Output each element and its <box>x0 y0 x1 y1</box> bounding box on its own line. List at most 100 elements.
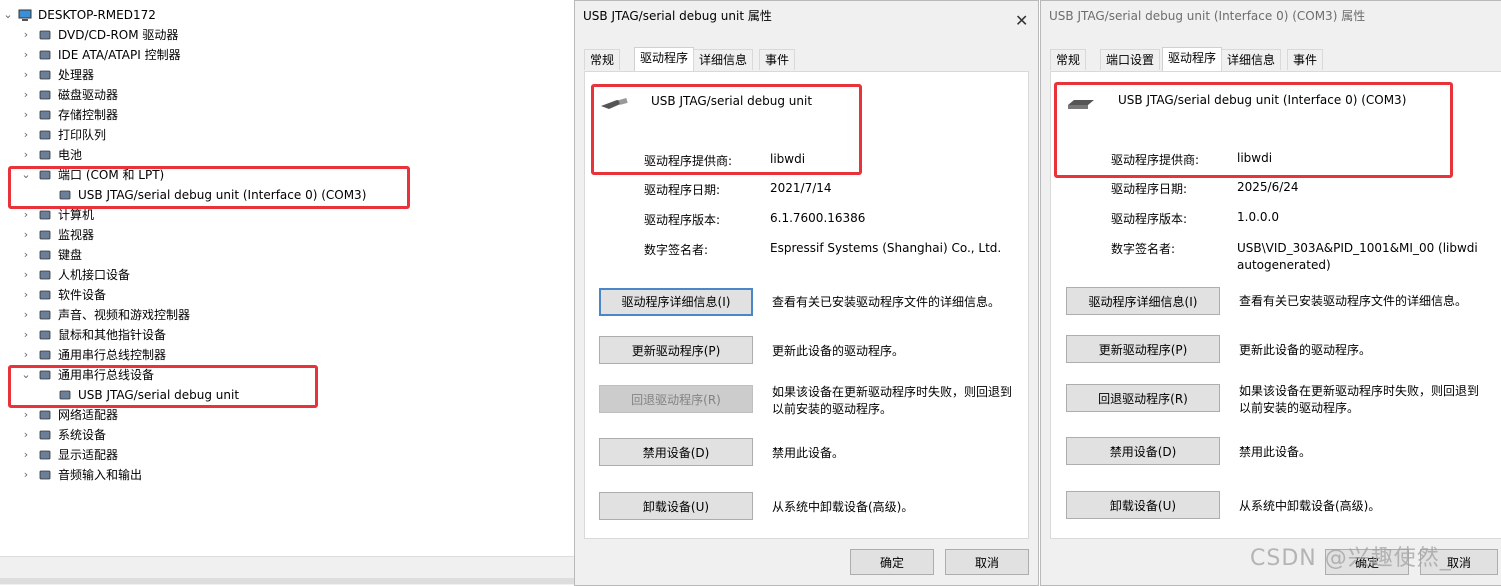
driver-details-button[interactable]: 驱动程序详细信息(I) <box>599 288 753 316</box>
rollback-driver-button[interactable]: 回退驱动程序(R) <box>599 385 753 413</box>
update-driver-button[interactable]: 更新驱动程序(P) <box>1066 335 1220 363</box>
chevron-right-icon[interactable]: › <box>20 305 32 325</box>
driver-details-button[interactable]: 驱动程序详细信息(I) <box>1066 287 1220 315</box>
tree-category-item[interactable]: › 监视器 <box>0 225 560 245</box>
chevron-right-icon[interactable]: › <box>20 25 32 45</box>
system-device-icon <box>38 428 52 442</box>
chevron-right-icon[interactable]: › <box>20 425 32 445</box>
chevron-right-icon[interactable]: › <box>20 145 32 165</box>
chevron-right-icon[interactable]: › <box>20 245 32 265</box>
rollback-driver-desc: 如果该设备在更新驱动程序时失败，则回退到以前安装的驱动程序。 <box>772 385 1013 416</box>
mouse-icon <box>38 328 52 342</box>
signer-value: Espressif Systems (Shanghai) Co., Ltd. <box>770 241 1002 255</box>
tree-item-label: 磁盘驱动器 <box>58 88 119 102</box>
tree-root-label: DESKTOP-RMED172 <box>38 8 156 22</box>
properties-dialog-usb: USB JTAG/serial debug unit 属性 ✕ 常规 驱动程序 … <box>574 0 1039 586</box>
chevron-down-icon[interactable]: ⌄ <box>2 5 14 25</box>
tab-general[interactable]: 常规 <box>1050 49 1087 70</box>
tree-category-item[interactable]: › IDE ATA/ATAPI 控制器 <box>0 45 560 65</box>
dvd-drive-icon <box>38 28 52 42</box>
rollback-driver-button[interactable]: 回退驱动程序(R) <box>1066 384 1220 412</box>
usb-controller-icon <box>38 348 52 362</box>
disk-drive-icon <box>38 88 52 102</box>
storage-controller-icon <box>38 108 52 122</box>
tab-driver[interactable]: 驱动程序 <box>634 47 695 71</box>
close-icon[interactable]: ✕ <box>1015 11 1028 30</box>
tab-events[interactable]: 事件 <box>1287 49 1324 70</box>
chevron-right-icon[interactable]: › <box>20 465 32 485</box>
tab-general[interactable]: 常规 <box>584 49 621 70</box>
tree-item-label: IDE ATA/ATAPI 控制器 <box>58 48 181 62</box>
signer-label: 数字签名者: <box>644 243 709 257</box>
tree-category-item[interactable]: › 网络适配器 <box>0 405 560 425</box>
dialog-title: USB JTAG/serial debug unit 属性 <box>583 9 772 23</box>
tree-category-item[interactable]: › 磁盘驱动器 <box>0 85 560 105</box>
tree-category-item[interactable]: › 系统设备 <box>0 425 560 445</box>
uninstall-device-button[interactable]: 卸载设备(U) <box>599 492 753 520</box>
tab-driver[interactable]: 驱动程序 <box>1162 47 1223 71</box>
tree-category-item[interactable]: › 软件设备 <box>0 285 560 305</box>
uninstall-device-button[interactable]: 卸载设备(U) <box>1066 491 1220 519</box>
date-label: 驱动程序日期: <box>644 183 721 197</box>
keyboard-icon <box>38 248 52 262</box>
chevron-right-icon[interactable]: › <box>20 285 32 305</box>
tree-category-item[interactable]: › 电池 <box>0 145 560 165</box>
chevron-right-icon[interactable]: › <box>20 405 32 425</box>
chevron-right-icon[interactable]: › <box>20 105 32 125</box>
tree-category-item[interactable]: › 音频输入和输出 <box>0 465 560 485</box>
disable-device-button[interactable]: 禁用设备(D) <box>1066 437 1220 465</box>
cancel-button[interactable]: 取消 <box>945 549 1029 575</box>
highlight-box-provider <box>591 84 862 175</box>
tree-root[interactable]: ⌄ DESKTOP-RMED172 <box>0 5 560 25</box>
disable-device-desc: 禁用此设备。 <box>1239 445 1312 459</box>
tree-item-label: 键盘 <box>58 248 83 262</box>
tree-item-label: 系统设备 <box>58 428 107 442</box>
ok-button[interactable]: 确定 <box>850 549 934 575</box>
signer-value: USB\VID_303A&PID_1001&MI_00 (libwdi auto… <box>1237 241 1478 272</box>
driver-details-desc: 查看有关已安装驱动程序文件的详细信息。 <box>772 295 1001 309</box>
status-bar <box>0 578 574 584</box>
disable-device-button[interactable]: 禁用设备(D) <box>599 438 753 466</box>
chevron-right-icon[interactable]: › <box>20 345 32 365</box>
tree-category-item[interactable]: › 存储控制器 <box>0 105 560 125</box>
tree-category-item[interactable]: › 人机接口设备 <box>0 265 560 285</box>
tree-category-item[interactable]: › 声音、视频和游戏控制器 <box>0 305 560 325</box>
hid-icon <box>38 268 52 282</box>
uninstall-device-desc: 从系统中卸载设备(高级)。 <box>772 500 914 514</box>
chevron-right-icon[interactable]: › <box>20 265 32 285</box>
chevron-right-icon[interactable]: › <box>20 65 32 85</box>
tree-category-item[interactable]: › 显示适配器 <box>0 445 560 465</box>
tree-category-item[interactable]: › 键盘 <box>0 245 560 265</box>
battery-icon <box>38 148 52 162</box>
tab-bar: 常规 驱动程序 详细信息 事件 <box>584 47 1024 71</box>
chevron-right-icon[interactable]: › <box>20 325 32 345</box>
tree-item-label: 监视器 <box>58 228 95 242</box>
tab-port-settings[interactable]: 端口设置 <box>1100 49 1161 70</box>
disable-device-desc: 禁用此设备。 <box>772 446 845 460</box>
tab-events[interactable]: 事件 <box>759 49 796 70</box>
tab-details[interactable]: 详细信息 <box>1221 49 1282 70</box>
date-label: 驱动程序日期: <box>1111 182 1188 196</box>
tree-category-item[interactable]: › 通用串行总线控制器 <box>0 345 560 365</box>
chevron-right-icon[interactable]: › <box>20 225 32 245</box>
tree-category-item[interactable]: › 打印队列 <box>0 125 560 145</box>
chevron-right-icon[interactable]: › <box>20 445 32 465</box>
version-value: 1.0.0.0 <box>1237 210 1279 224</box>
tree-category-item[interactable]: › 处理器 <box>0 65 560 85</box>
tree-category-item[interactable]: › DVD/CD-ROM 驱动器 <box>0 25 560 45</box>
software-device-icon <box>38 288 52 302</box>
tree-item-label: 网络适配器 <box>58 408 119 422</box>
tab-details[interactable]: 详细信息 <box>693 49 754 70</box>
tree-item-label: 打印队列 <box>58 128 107 142</box>
chevron-right-icon[interactable]: › <box>20 45 32 65</box>
chevron-right-icon[interactable]: › <box>20 125 32 145</box>
dialog-title: USB JTAG/serial debug unit (Interface 0)… <box>1049 9 1366 23</box>
date-value: 2021/7/14 <box>770 181 832 195</box>
processor-icon <box>38 68 52 82</box>
update-driver-button[interactable]: 更新驱动程序(P) <box>599 336 753 364</box>
highlight-box-provider <box>1054 82 1453 178</box>
display-adapter-icon <box>38 448 52 462</box>
tree-category-item[interactable]: › 鼠标和其他指针设备 <box>0 325 560 345</box>
date-value: 2025/6/24 <box>1237 180 1299 194</box>
chevron-right-icon[interactable]: › <box>20 85 32 105</box>
